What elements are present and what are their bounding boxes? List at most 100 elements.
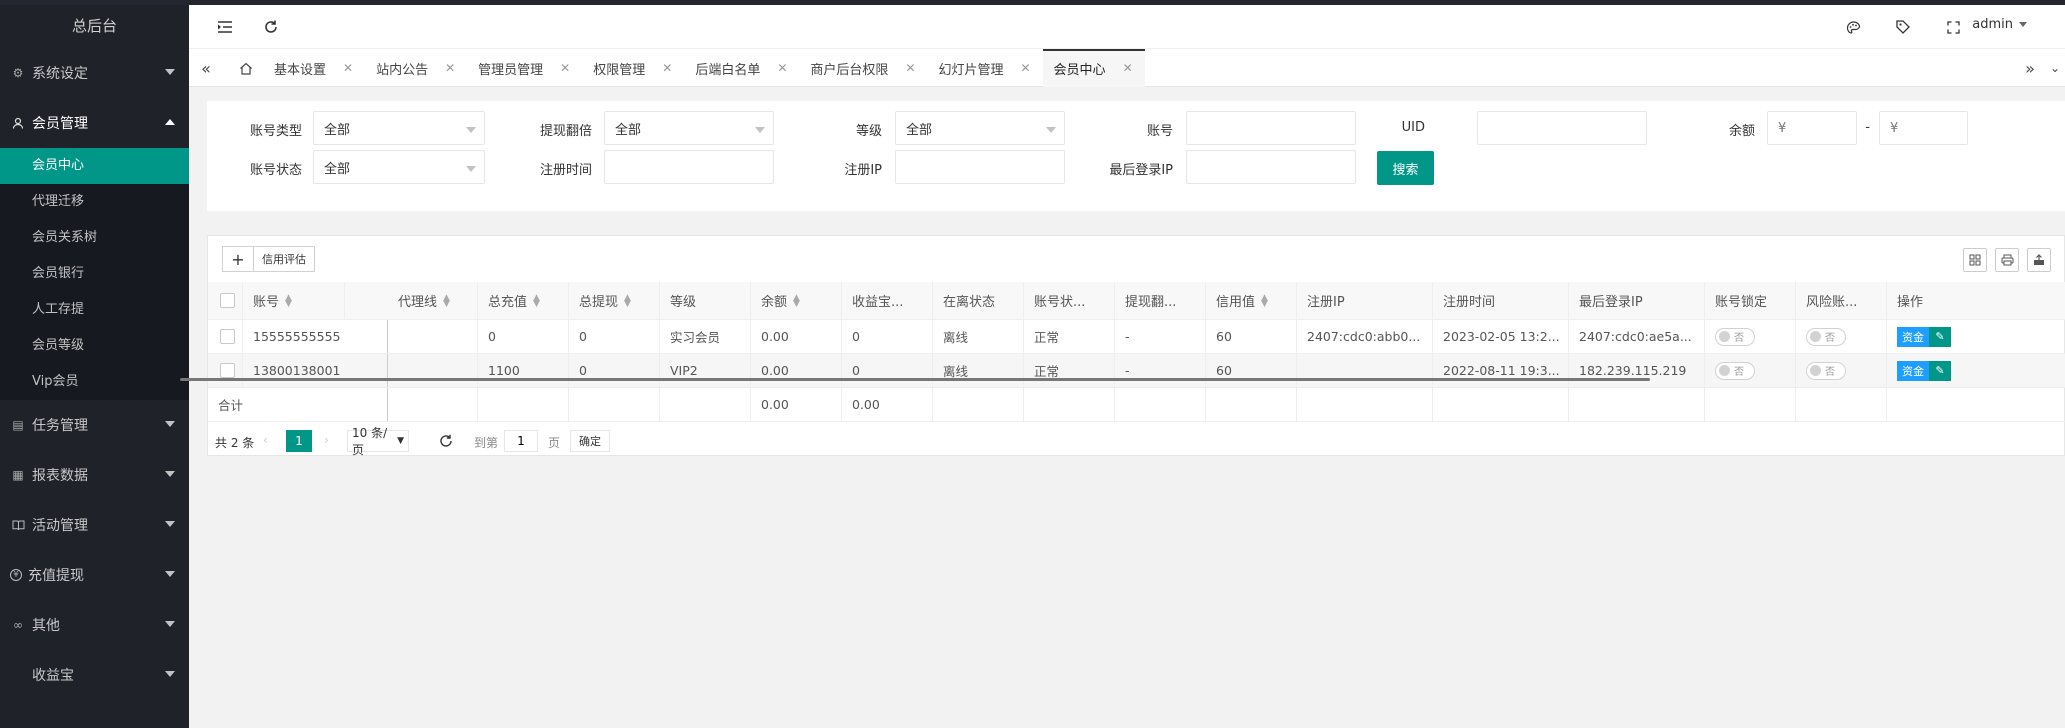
uid-input[interactable] xyxy=(1477,111,1647,145)
col-label: 总充值 xyxy=(488,295,528,310)
register-time-input[interactable] xyxy=(604,150,774,184)
close-icon[interactable]: ✕ xyxy=(1123,61,1133,75)
total-empty xyxy=(569,388,660,421)
search-button[interactable]: 搜索 xyxy=(1377,151,1434,185)
add-button[interactable]: + xyxy=(222,246,254,272)
theme-icon[interactable] xyxy=(1843,17,1863,37)
risk-switch[interactable]: 否 xyxy=(1806,327,1846,346)
edit-icon[interactable]: ✎ xyxy=(1929,360,1951,381)
lock-switch[interactable]: 否 xyxy=(1715,327,1755,346)
select-all-checkbox[interactable] xyxy=(220,293,235,308)
col-total-withdraw[interactable]: 总提现 ▲ ▼ xyxy=(569,282,660,319)
sort-icon[interactable]: ▲ ▼ xyxy=(533,293,540,308)
refresh-page-icon[interactable] xyxy=(437,430,455,452)
row-checkbox[interactable] xyxy=(220,329,235,344)
last-login-ip-input[interactable] xyxy=(1186,150,1356,184)
edit-icon[interactable]: ✎ xyxy=(1929,326,1951,347)
lock-switch[interactable]: 否 xyxy=(1715,361,1755,380)
submenu-agent-migrate[interactable]: 代理迁移 xyxy=(0,184,189,220)
account-input[interactable] xyxy=(1186,111,1356,145)
label-account-status: 账号状态 xyxy=(249,163,302,178)
close-icon[interactable]: ✕ xyxy=(343,61,353,75)
tab-permissions[interactable]: 权限管理 ✕ xyxy=(582,49,684,87)
total-label: 合计 xyxy=(208,388,388,421)
submenu-member-center[interactable]: 会员中心 xyxy=(0,148,189,184)
tab-merchant-perms[interactable]: 商户后台权限 ✕ xyxy=(799,49,927,87)
total-yield: 0.00 xyxy=(842,388,933,421)
goto-page-input[interactable] xyxy=(504,430,538,452)
page-1[interactable]: 1 xyxy=(286,430,312,452)
sort-icon[interactable]: ▲ ▼ xyxy=(443,293,450,308)
sidebar-item-other[interactable]: ∞ 其他 xyxy=(0,600,189,650)
withdraw-double-select[interactable]: 全部 xyxy=(604,111,774,145)
close-icon[interactable]: ✕ xyxy=(905,61,915,75)
sort-icon[interactable]: ▲ ▼ xyxy=(624,293,631,308)
fund-button[interactable]: 资金 xyxy=(1897,360,1929,381)
close-icon[interactable]: ✕ xyxy=(445,61,455,75)
fund-button[interactable]: 资金 xyxy=(1897,326,1929,347)
col-credit[interactable]: 信用值 ▲ ▼ xyxy=(1206,282,1297,319)
register-ip-input[interactable] xyxy=(895,150,1065,184)
sidebar-item-recharge[interactable]: ¥ 充值提现 xyxy=(0,550,189,600)
export-icon[interactable] xyxy=(2027,248,2051,272)
col-balance[interactable]: 余额 ▲ ▼ xyxy=(751,282,842,319)
user-menu[interactable]: admin xyxy=(1972,17,2027,32)
sort-icon[interactable]: ▲ ▼ xyxy=(793,293,800,308)
balance-max-input[interactable] xyxy=(1879,111,1968,145)
tab-member-center[interactable]: 会员中心 ✕ xyxy=(1042,49,1145,87)
home-tab[interactable] xyxy=(229,49,263,87)
sort-icon[interactable]: ▲ ▼ xyxy=(285,293,292,308)
sort-icon[interactable]: ▲ ▼ xyxy=(1261,293,1268,308)
level-select[interactable]: 全部 xyxy=(895,111,1065,145)
cell-account: 15555555555 xyxy=(243,320,388,353)
close-icon[interactable]: ✕ xyxy=(662,61,672,75)
tabs-more-icon[interactable]: ⌄ xyxy=(2045,49,2065,87)
submenu-manual-deposit[interactable]: 人工存提 xyxy=(0,292,189,328)
sidebar-item-activity[interactable]: 活动管理 xyxy=(0,500,189,550)
refresh-icon[interactable] xyxy=(261,17,281,37)
chevron-down-icon xyxy=(466,127,476,133)
table-scrollbar[interactable] xyxy=(180,378,1650,381)
fullscreen-icon[interactable] xyxy=(1943,17,1963,37)
tabs-scroll-left-icon[interactable]: « xyxy=(191,49,221,87)
submenu-member-level[interactable]: 会员等级 xyxy=(0,328,189,364)
tab-admin-manage[interactable]: 管理员管理 ✕ xyxy=(467,49,582,87)
prev-page-icon[interactable]: ‹ xyxy=(263,433,268,447)
tag-icon[interactable] xyxy=(1893,17,1913,37)
tab-announcements[interactable]: 站内公告 ✕ xyxy=(365,49,467,87)
sidebar-item-system[interactable]: ⚙ 系统设定 xyxy=(0,48,189,98)
close-icon[interactable]: ✕ xyxy=(560,61,570,75)
col-total-recharge[interactable]: 总充值 ▲ ▼ xyxy=(478,282,569,319)
tab-slides[interactable]: 幻灯片管理 ✕ xyxy=(927,49,1042,87)
total-empty xyxy=(1796,388,1887,421)
row-checkbox[interactable] xyxy=(220,363,235,378)
sidebar-item-reports[interactable]: ▦ 报表数据 xyxy=(0,450,189,500)
submenu-member-tree[interactable]: 会员关系树 xyxy=(0,220,189,256)
tabs-scroll-right-icon[interactable]: » xyxy=(2015,49,2045,87)
col-agent-line[interactable]: 代理线 ▲ ▼ xyxy=(388,282,478,319)
submenu-vip[interactable]: Vip会员 xyxy=(0,364,189,400)
menu-toggle-icon[interactable] xyxy=(215,17,235,37)
tab-basic-settings[interactable]: 基本设置 ✕ xyxy=(263,49,365,87)
risk-switch[interactable]: 否 xyxy=(1806,361,1846,380)
columns-icon[interactable] xyxy=(1963,248,1987,272)
credit-eval-button[interactable]: 信用评估 xyxy=(253,246,315,272)
cell-online-status: 离线 xyxy=(933,354,1024,387)
tab-label: 站内公告 xyxy=(376,62,429,78)
balance-min-input[interactable] xyxy=(1767,111,1857,145)
submenu-member-bank[interactable]: 会员银行 xyxy=(0,256,189,292)
sidebar-item-tasks[interactable]: ▤ 任务管理 xyxy=(0,400,189,450)
tab-whitelist[interactable]: 后端白名单 ✕ xyxy=(684,49,799,87)
sidebar-item-yield[interactable]: 收益宝 xyxy=(0,650,189,700)
page-size-select[interactable]: 10 条/页 ▼ xyxy=(347,426,409,457)
next-page-icon[interactable]: › xyxy=(324,433,329,447)
col-account[interactable]: 账号 ▲ ▼ xyxy=(243,282,345,319)
sidebar-item-members[interactable]: 会员管理 xyxy=(0,98,189,148)
close-icon[interactable]: ✕ xyxy=(1020,61,1030,75)
book-icon xyxy=(10,517,26,533)
account-status-select[interactable]: 全部 xyxy=(313,150,485,184)
account-type-select[interactable]: 全部 xyxy=(313,111,485,145)
close-icon[interactable]: ✕ xyxy=(777,61,787,75)
goto-confirm-button[interactable]: 确定 xyxy=(570,430,610,452)
print-icon[interactable] xyxy=(1995,248,2019,272)
